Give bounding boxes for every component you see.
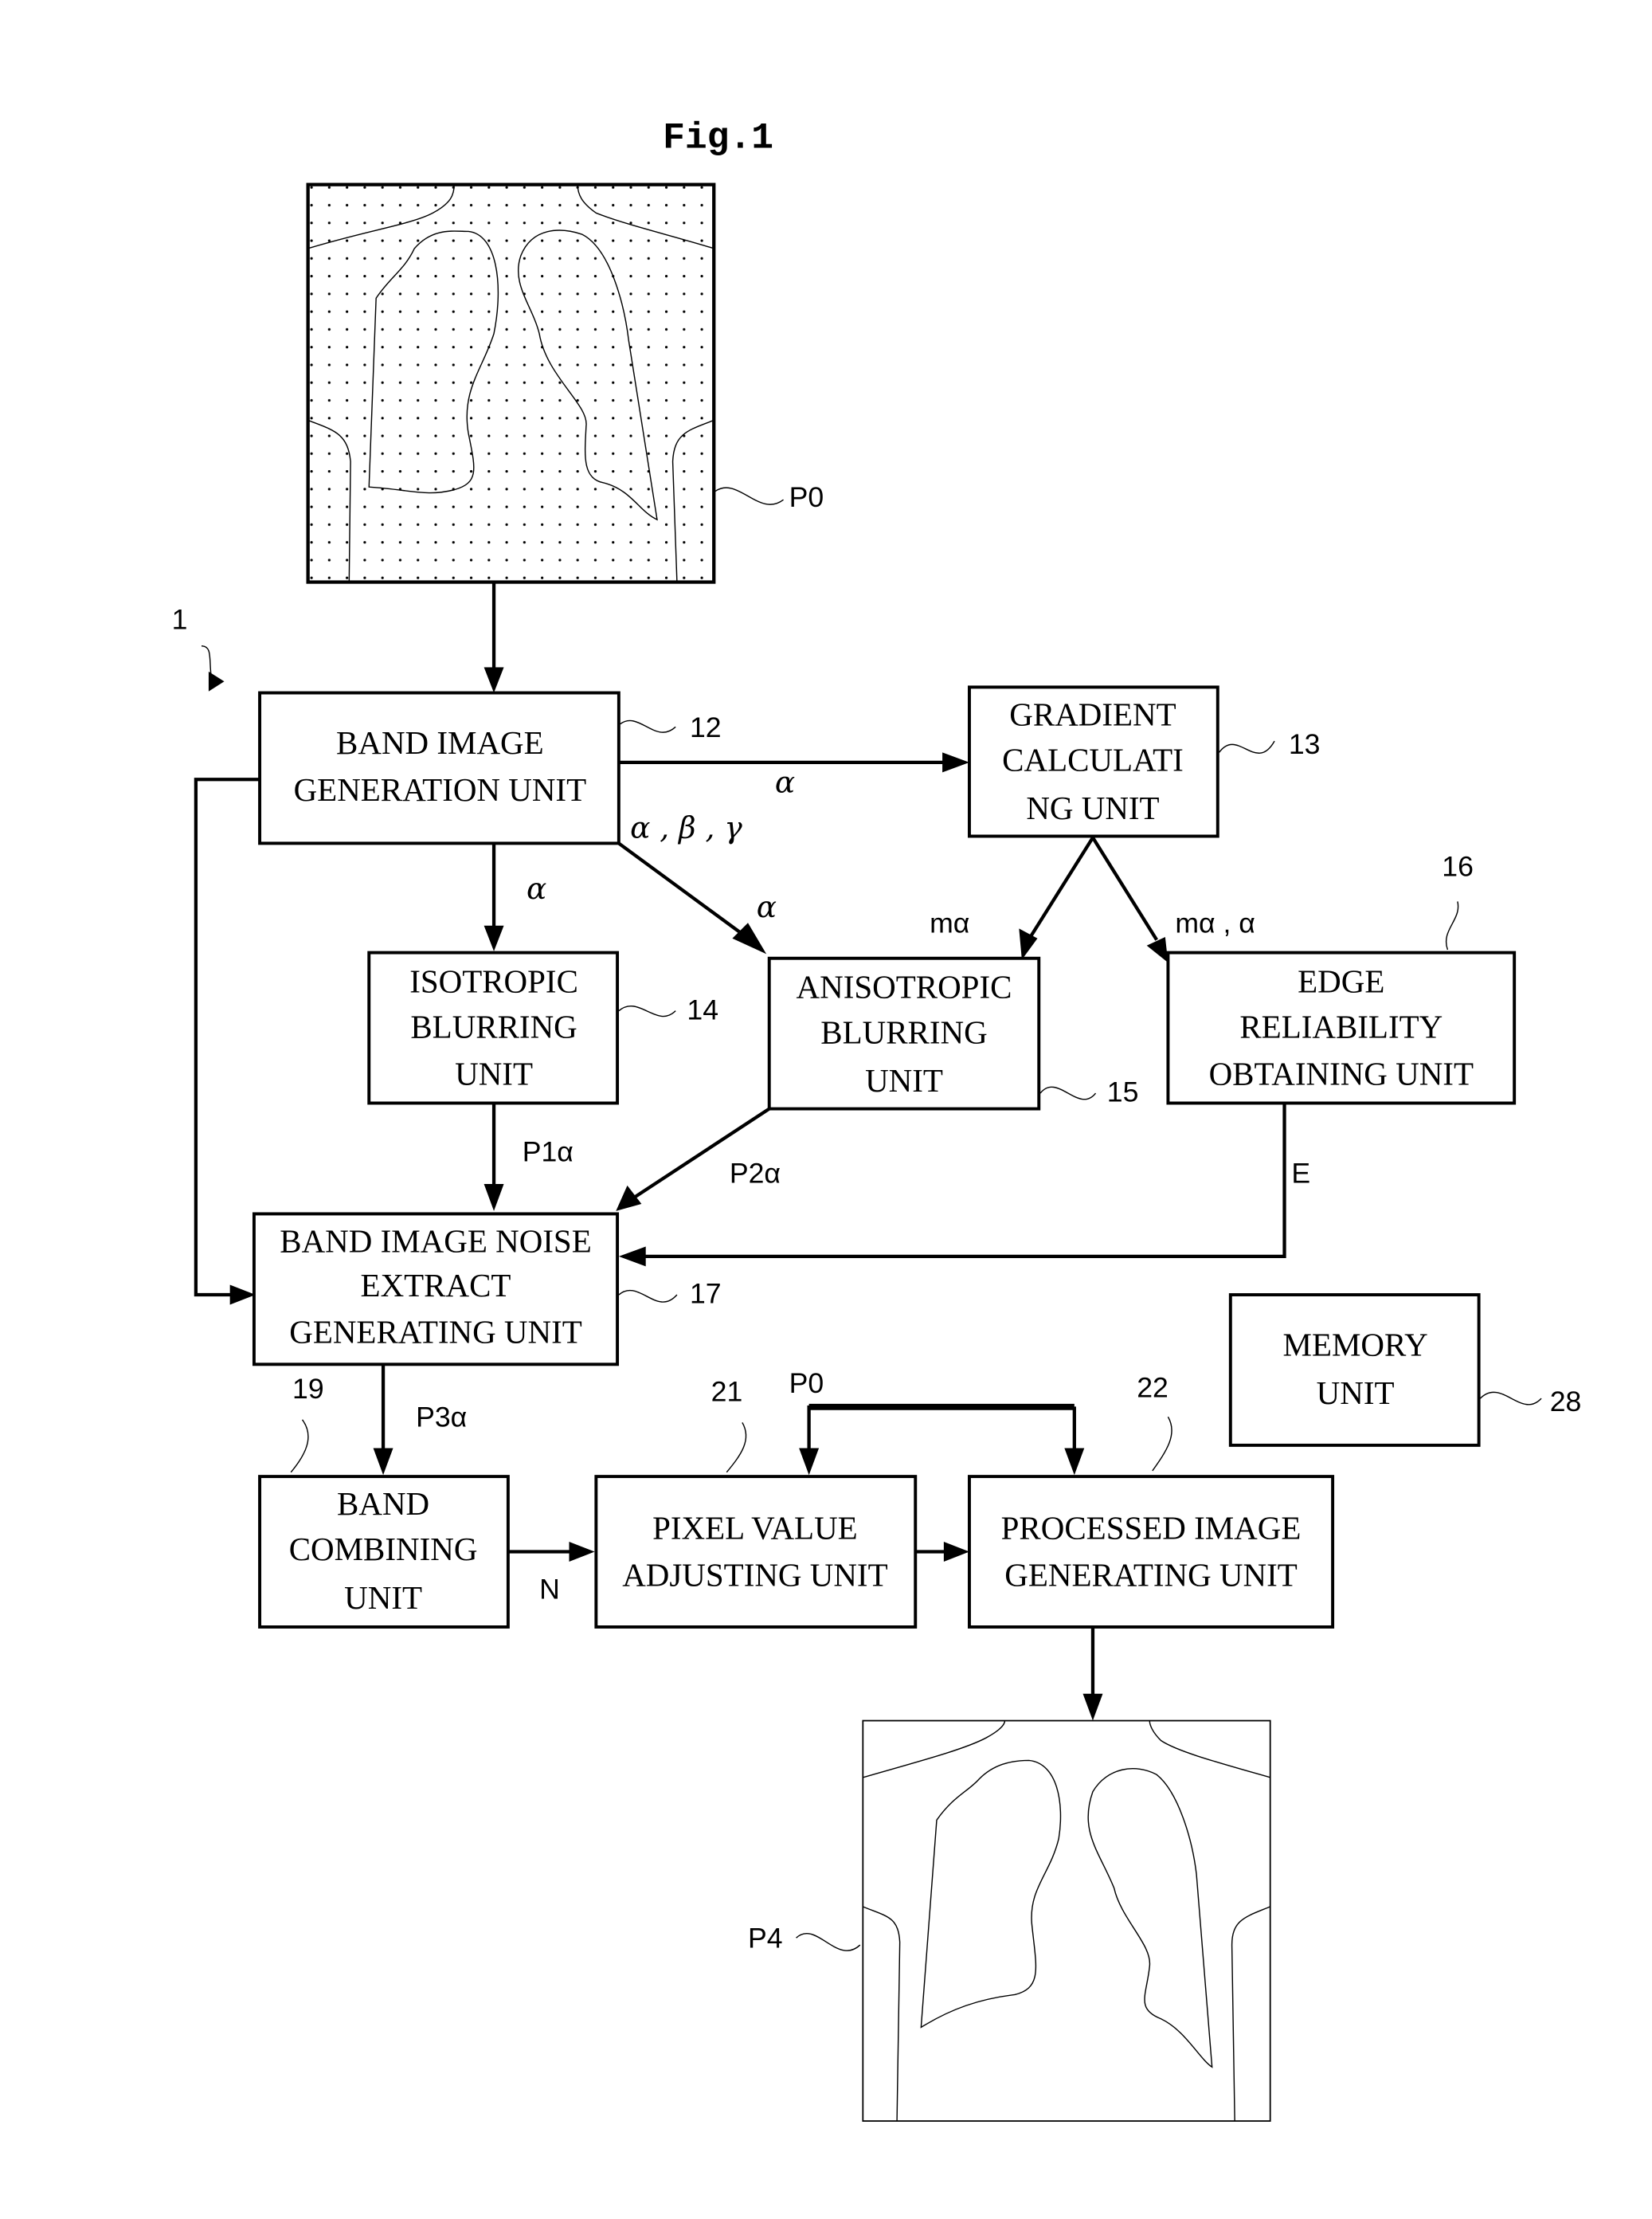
pixel-value-adjusting-unit[interactable]: PIXEL VALUE ADJUSTING UNIT <box>594 1475 918 1629</box>
unit-label: BLURRING <box>410 1009 577 1045</box>
ref-21: 21 <box>711 1376 743 1408</box>
ref-16: 16 <box>1442 850 1474 882</box>
signal-to-anisotropic: α <box>757 889 777 924</box>
arrow-head <box>1064 1448 1085 1476</box>
memory-unit[interactable]: MEMORY UNIT <box>1228 1293 1481 1447</box>
arrow-head <box>483 667 504 693</box>
arrow-head <box>569 1542 595 1562</box>
unit-label: GENERATING UNIT <box>1004 1556 1298 1593</box>
unit-label: ANISOTROPIC <box>797 969 1012 1006</box>
signal-noise: N <box>539 1573 560 1605</box>
signal-p3: P3α <box>416 1402 467 1433</box>
unit-label: ADJUSTING UNIT <box>622 1556 887 1593</box>
arrow-head <box>616 1185 642 1211</box>
signal-to-isotropic: α <box>527 871 546 906</box>
system-ref-arrow-icon <box>208 671 225 692</box>
ref-17: 17 <box>690 1278 722 1310</box>
unit-label: COMBINING <box>289 1531 478 1567</box>
unit-label: UNIT <box>1317 1374 1395 1411</box>
unit-label: CALCULATI <box>1002 742 1184 778</box>
unit-label: UNIT <box>344 1579 422 1616</box>
unit-label: BAND <box>337 1485 429 1522</box>
ref-14: 14 <box>687 994 718 1025</box>
unit-label: GENERATION UNIT <box>294 771 587 808</box>
signal-grad-to-edge: mα , α <box>1175 908 1255 939</box>
unit-label: BLURRING <box>820 1014 987 1051</box>
unit-label: EXTRACT <box>361 1267 511 1304</box>
unit-label: RELIABILITY <box>1239 1009 1443 1045</box>
unit-label: NG UNIT <box>1026 790 1159 826</box>
ref-15: 15 <box>1107 1076 1139 1108</box>
arrow-head <box>483 925 504 951</box>
input-image-p0 <box>306 182 716 584</box>
band-image-generation-unit[interactable]: BAND IMAGE GENERATION UNIT <box>258 691 620 845</box>
band-noise-extract-unit[interactable]: BAND IMAGE NOISE EXTRACT GENERATING UNIT <box>252 1212 620 1366</box>
arrow-head <box>799 1448 820 1476</box>
unit-label: PIXEL VALUE <box>652 1509 858 1546</box>
gradient-calculating-unit[interactable]: GRADIENT CALCULATI NG UNIT <box>968 685 1219 838</box>
edge-reliability-unit[interactable]: EDGE RELIABILITY OBTAINING UNIT <box>1166 951 1517 1105</box>
arrow-head <box>943 1542 969 1562</box>
unit-label: GRADIENT <box>1009 696 1176 733</box>
band-combining-unit[interactable]: BAND COMBINING UNIT <box>258 1475 510 1629</box>
ref-12: 12 <box>690 712 722 743</box>
isotropic-blurring-unit[interactable]: ISOTROPIC BLURRING UNIT <box>367 951 620 1105</box>
arrow-head <box>1146 937 1169 963</box>
signal-to-gradient: α <box>775 764 795 799</box>
arrow-head <box>229 1284 256 1305</box>
arrow-head <box>618 1246 646 1267</box>
unit-label: ISOTROPIC <box>409 963 578 1000</box>
signal-band-outputs: α , β , γ <box>630 810 742 845</box>
arrow-head <box>732 923 767 955</box>
signal-p1: P1α <box>523 1136 574 1168</box>
anisotropic-blurring-unit[interactable]: ANISOTROPIC BLURRING UNIT <box>767 956 1041 1111</box>
ref-19: 19 <box>292 1373 324 1405</box>
system-ref-label: 1 <box>172 603 188 635</box>
unit-label: PROCESSED IMAGE <box>1001 1509 1302 1546</box>
unit-label: BAND IMAGE NOISE <box>280 1223 591 1260</box>
p0-ref-label: P0 <box>789 481 824 513</box>
unit-label: MEMORY <box>1283 1327 1428 1363</box>
arrow-head <box>373 1448 393 1476</box>
unit-label: EDGE <box>1298 963 1384 1000</box>
signal-edge: E <box>1291 1157 1310 1189</box>
figure-title: Fig.1 <box>663 116 773 159</box>
signal-p2: P2α <box>730 1157 781 1189</box>
unit-label: OBTAINING UNIT <box>1209 1055 1474 1092</box>
ref-22: 22 <box>1137 1371 1169 1403</box>
unit-label: BAND IMAGE <box>336 724 544 761</box>
unit-label: UNIT <box>865 1062 943 1099</box>
arrow-head <box>1082 1693 1103 1721</box>
signal-grad-to-aniso: mα <box>930 908 969 939</box>
processed-image-generating-unit[interactable]: PROCESSED IMAGE GENERATING UNIT <box>968 1475 1335 1629</box>
unit-label: UNIT <box>455 1055 533 1092</box>
unit-label: GENERATING UNIT <box>289 1314 582 1351</box>
ref-28: 28 <box>1550 1386 1582 1417</box>
signal-p0-input: P0 <box>789 1367 824 1399</box>
arrow-head <box>942 752 969 773</box>
block-diagram: Fig.1 P0 1 BAND IMAGE GENERATION UNIT 12… <box>172 116 1582 2122</box>
ref-13: 13 <box>1289 728 1321 760</box>
p4-ref-label: P4 <box>748 1923 783 1954</box>
arrow-head <box>483 1184 504 1211</box>
output-image-p4 <box>862 1719 1271 2122</box>
